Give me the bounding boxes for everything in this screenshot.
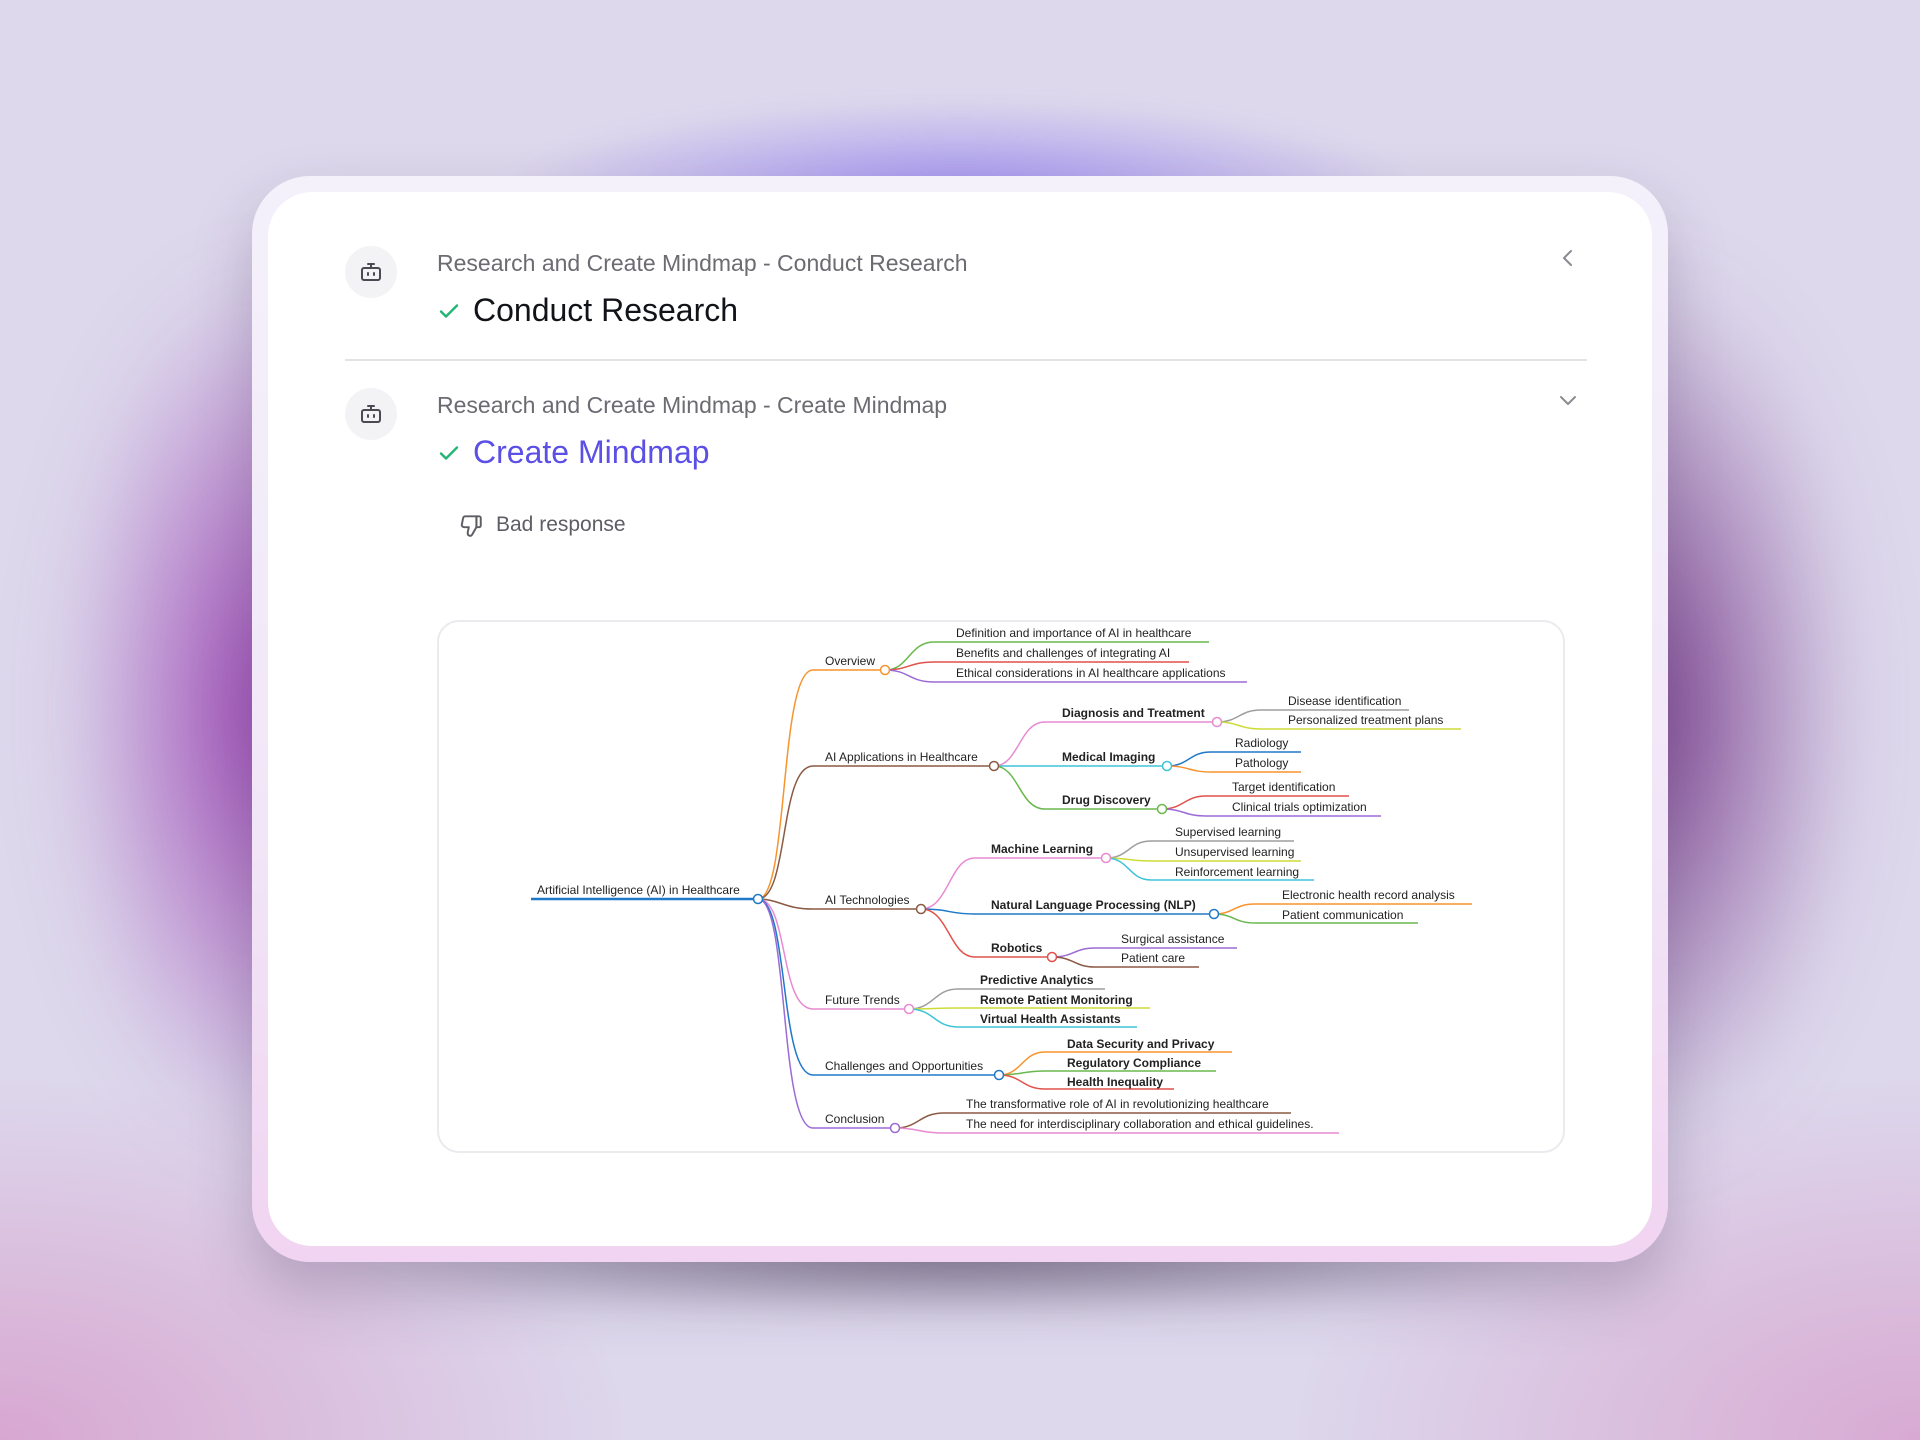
bad-response-label: Bad response	[496, 513, 626, 536]
mindmap-leaf-label: Regulatory Compliance	[1067, 1056, 1201, 1070]
mindmap-branch-label: Challenges and Opportunities	[825, 1059, 983, 1073]
mindmap-leaf-label: Supervised learning	[1175, 825, 1281, 839]
thumbs-down-icon	[460, 515, 482, 537]
mindmap-edge	[757, 765, 994, 900]
mindmap-leaf-label: Remote Patient Monitoring	[980, 993, 1133, 1007]
mindmap-leaf-label: Ethical considerations in AI healthcare …	[956, 666, 1226, 680]
mindmap-edge	[757, 898, 999, 1076]
check-icon	[439, 445, 459, 460]
mindmap-node	[993, 1069, 1005, 1081]
mindmap-leaf-label: Data Security and Privacy	[1067, 1037, 1215, 1051]
mindmap-leaf-label: Personalized treatment plans	[1288, 713, 1443, 727]
mindmap-leaf-label: Patient care	[1121, 951, 1185, 965]
mindmap-leaf-label: Radiology	[1235, 736, 1288, 750]
mindmap-branch-label: Conclusion	[825, 1112, 884, 1126]
mindmap-node	[1156, 803, 1168, 815]
mindmap-diagram: Artificial Intelligence (AI) in Healthca…	[531, 626, 1472, 1134]
mindmap-node	[1100, 852, 1112, 864]
mindmap-subbranch-label: Robotics	[991, 941, 1043, 955]
mindmap-leaf-label: Predictive Analytics	[980, 973, 1094, 987]
mindmap-node	[879, 664, 891, 676]
mindmap-edge	[757, 669, 885, 900]
mindmap-subbranch-label: Diagnosis and Treatment	[1062, 706, 1205, 720]
mindmap-leaf-label: Virtual Health Assistants	[980, 1012, 1121, 1026]
step-divider	[345, 359, 1587, 361]
mindmap-edge	[757, 898, 895, 1129]
mindmap-leaf-label: Target identification	[1232, 780, 1335, 794]
mindmap-leaf-label: Electronic health record analysis	[1282, 888, 1455, 902]
step-subtitle: Research and Create Mindmap - Conduct Re…	[437, 250, 968, 276]
mindmap-leaf-label: Clinical trials optimization	[1232, 800, 1367, 814]
mindmap-leaf-label: Benefits and challenges of integrating A…	[956, 646, 1170, 660]
bad-response-button[interactable]: Bad response	[458, 512, 626, 538]
check-icon	[439, 303, 459, 318]
mindmap-leaf-label: Patient communication	[1282, 908, 1403, 922]
mindmap-subbranch-label: Machine Learning	[991, 842, 1093, 856]
chevron-left-icon[interactable]	[1556, 246, 1580, 270]
mindmap-root-label: Artificial Intelligence (AI) in Healthca…	[537, 883, 740, 897]
mindmap-node	[1211, 716, 1223, 728]
mindmap-leaf-label: Reinforcement learning	[1175, 865, 1299, 879]
mindmap-leaf-label: The transformative role of AI in revolut…	[966, 1097, 1269, 1111]
bot-avatar	[345, 246, 397, 298]
mindmap-leaf-label: Pathology	[1235, 756, 1288, 770]
mindmap-subbranch-label: Natural Language Processing (NLP)	[991, 898, 1196, 912]
mindmap-subbranch-label: Medical Imaging	[1062, 750, 1155, 764]
step-title-row: Conduct Research	[437, 292, 738, 329]
bot-avatar	[345, 388, 397, 440]
step-subtitle: Research and Create Mindmap - Create Min…	[437, 392, 948, 418]
mindmap-leaf-label: The need for interdisciplinary collabora…	[966, 1117, 1314, 1131]
mindmap-node	[988, 760, 1000, 772]
step-title: Create Mindmap	[473, 434, 710, 470]
step-title: Conduct Research	[473, 292, 739, 328]
mindmap-leaf-label: Disease identification	[1288, 694, 1401, 708]
mindmap-edge	[908, 1007, 1150, 1010]
mindmap-node	[915, 903, 927, 915]
mindmap-branch-label: AI Technologies	[825, 893, 910, 907]
bot-icon	[361, 405, 381, 423]
mindmap-node	[1161, 760, 1173, 772]
mindmap-node	[889, 1122, 901, 1134]
mindmap-subbranch-label: Drug Discovery	[1062, 793, 1151, 807]
mindmap-branch-label: Future Trends	[825, 993, 900, 1007]
mindmap-node	[903, 1003, 915, 1015]
mindmap-leaf-label: Unsupervised learning	[1175, 845, 1294, 859]
bot-icon	[361, 263, 381, 281]
mindmap-leaf-label: Health Inequality	[1067, 1075, 1163, 1089]
mindmap-leaf-label: Surgical assistance	[1121, 932, 1225, 946]
chevron-down-icon[interactable]	[1556, 388, 1580, 412]
mindmap-branch-label: AI Applications in Healthcare	[825, 750, 978, 764]
mindmap-node	[1208, 908, 1220, 920]
mindmap-node	[1046, 951, 1058, 963]
step-title-row: Create Mindmap	[437, 434, 710, 471]
mindmap-leaf-label: Definition and importance of AI in healt…	[956, 626, 1192, 640]
mindmap-panel: Artificial Intelligence (AI) in Healthca…	[437, 620, 1565, 1153]
mindmap-branch-label: Overview	[825, 654, 875, 668]
mindmap-node	[752, 893, 764, 905]
